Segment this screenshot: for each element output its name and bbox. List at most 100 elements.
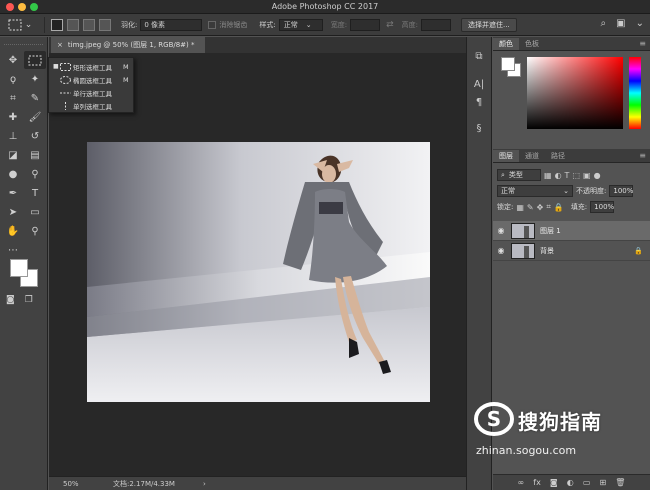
lock-artboard-icon[interactable]: ⌗	[546, 202, 551, 212]
workspace-icon[interactable]: ▣	[616, 18, 625, 29]
close-icon[interactable]: ×	[57, 41, 63, 49]
adjustment-layer-icon[interactable]: ◐	[567, 478, 574, 487]
new-layer-icon[interactable]: ⊞	[599, 478, 606, 487]
style-select[interactable]: 正常 ⌄	[278, 18, 323, 31]
watermark-url: zhinan.sogou.com	[476, 444, 577, 457]
select-and-mask-button[interactable]: 选择并遮住...	[460, 17, 517, 32]
tab-paths[interactable]: 路径	[545, 150, 571, 162]
zoom-tool-icon[interactable]: ⚲	[24, 222, 46, 240]
layer-row[interactable]: ◉ 背景 🔒	[493, 241, 650, 261]
gradient-tool-icon[interactable]: ▤	[24, 146, 46, 164]
eyedropper-icon[interactable]: ✎	[24, 89, 46, 107]
tab-layers[interactable]: 图层	[493, 150, 519, 162]
zoom-level[interactable]: 50%	[63, 480, 103, 488]
filter-type-icon[interactable]: T	[565, 171, 570, 180]
move-tool-icon[interactable]: ✥	[2, 51, 24, 69]
ellipse-marquee-icon	[59, 75, 71, 84]
flyout-item-rectangular-marquee[interactable]: ■ 矩形选框工具 M	[49, 60, 133, 73]
eraser-icon[interactable]: ◪	[2, 146, 24, 164]
intersect-selection-button[interactable]	[99, 18, 111, 31]
color-picker-field[interactable]	[527, 57, 623, 129]
layer-row[interactable]: ◉ 图层 1	[493, 221, 650, 241]
subtract-from-selection-button[interactable]	[83, 18, 95, 31]
tab-swatches[interactable]: 色板	[519, 38, 545, 50]
fill-input[interactable]: 100%	[590, 201, 614, 213]
layer-thumbnail	[511, 222, 535, 239]
lock-all-icon[interactable]: 🔒	[554, 203, 564, 212]
marquee-tool-icon[interactable]	[24, 51, 46, 69]
lock-label: 锁定:	[497, 203, 514, 211]
lock-image-icon[interactable]: ✎	[527, 203, 534, 212]
path-selection-icon[interactable]: ➤	[2, 203, 24, 221]
color-swatches[interactable]	[10, 259, 40, 289]
canvas-area[interactable]	[49, 53, 466, 476]
new-selection-button[interactable]	[51, 18, 63, 31]
swap-dimensions-icon[interactable]: ⇄	[386, 20, 394, 30]
search-icon[interactable]: ⌕	[601, 18, 607, 29]
filter-pixel-icon[interactable]: ▦	[544, 171, 552, 180]
panel-foreground-swatch[interactable]	[501, 57, 515, 71]
paragraph-panel-icon[interactable]: ¶	[467, 93, 491, 111]
tab-channels[interactable]: 通道	[519, 150, 545, 162]
type-tool-icon[interactable]: T	[24, 184, 46, 202]
filter-shape-icon[interactable]: ⬚	[572, 171, 580, 180]
style-label: 样式:	[259, 20, 276, 29]
height-input[interactable]	[420, 18, 451, 31]
link-layers-icon[interactable]: ∞	[518, 478, 525, 487]
new-group-icon[interactable]: ▭	[583, 478, 591, 487]
character-panel-icon[interactable]: A|	[467, 75, 491, 93]
flyout-item-single-column-marquee[interactable]: 单列选框工具	[49, 99, 133, 112]
width-input[interactable]	[350, 18, 381, 31]
screen-mode-icon[interactable]: ❐	[25, 295, 33, 305]
filter-adjustment-icon[interactable]: ◐	[555, 171, 562, 180]
history-brush-icon[interactable]: ↺	[24, 127, 46, 145]
document-image[interactable]	[87, 142, 430, 402]
hue-slider[interactable]	[629, 57, 641, 129]
crop-tool-icon[interactable]: ⌗	[2, 89, 24, 107]
panel-grip[interactable]	[4, 39, 43, 45]
foreground-color-swatch[interactable]	[10, 259, 28, 277]
eye-icon[interactable]: ◉	[496, 246, 506, 255]
status-bar: 50% 文档:2.17M/4.33M ›	[49, 476, 466, 490]
dodge-tool-icon[interactable]: ⚲	[24, 165, 46, 183]
panel-menu-icon[interactable]: ≡	[639, 39, 646, 48]
flyout-item-single-row-marquee[interactable]: 单行选框工具	[49, 86, 133, 99]
document-tab[interactable]: × timg.jpeg @ 50% (图层 1, RGB/8#) *	[51, 37, 205, 53]
blend-mode-select[interactable]: 正常 ⌄	[497, 185, 573, 197]
feather-input[interactable]: 0 像素	[140, 18, 203, 31]
more-tools-icon[interactable]: ⋯	[2, 241, 24, 259]
chevron-down-icon: ⌄	[563, 187, 569, 195]
add-mask-icon[interactable]: ◙	[550, 478, 558, 487]
eye-icon[interactable]: ◉	[496, 226, 506, 235]
rectangle-tool-icon[interactable]: ▭	[24, 203, 46, 221]
brush-tool-icon[interactable]: 🖌	[24, 108, 46, 126]
chevron-down-icon[interactable]: ⌄	[636, 18, 644, 29]
glyphs-panel-icon[interactable]: §	[467, 119, 491, 137]
lock-position-icon[interactable]: ✥	[537, 203, 544, 212]
filter-smart-object-icon[interactable]: ▣	[583, 171, 591, 180]
trash-icon[interactable]: 🗑	[615, 478, 625, 487]
blur-tool-icon[interactable]: ●	[2, 165, 24, 183]
history-panel-icon[interactable]: ⧉	[467, 47, 491, 65]
quick-mask-icon[interactable]: ◙	[6, 295, 15, 305]
chevron-right-icon[interactable]: ›	[203, 480, 206, 488]
magic-wand-icon[interactable]: ✦	[24, 70, 46, 88]
flyout-item-elliptical-marquee[interactable]: 椭圆选框工具 M	[49, 73, 133, 86]
fx-button[interactable]: fx	[533, 478, 541, 487]
add-to-selection-button[interactable]	[67, 18, 79, 31]
filter-kind-select[interactable]: ⌕ 类型	[497, 169, 541, 181]
hand-tool-icon[interactable]: ✋	[2, 222, 24, 240]
healing-brush-icon[interactable]: ✚	[2, 108, 24, 126]
lock-transparent-icon[interactable]: ▦	[516, 203, 524, 212]
tool-preset-picker[interactable]: ⌄	[0, 16, 40, 34]
antialias-checkbox[interactable]: 消除锯齿	[208, 20, 247, 30]
opacity-input[interactable]: 100%	[609, 185, 633, 197]
blend-opacity-row: 正常 ⌄ 不透明度: 100%	[493, 183, 650, 199]
lasso-tool-icon[interactable]: ϙ	[2, 70, 24, 88]
clone-stamp-icon[interactable]: ⊥	[2, 127, 24, 145]
panel-menu-icon[interactable]: ≡	[639, 151, 646, 160]
tab-color[interactable]: 颜色	[493, 38, 519, 50]
filter-toggle-icon[interactable]: ●	[594, 171, 601, 180]
filter-kind-value: 类型	[508, 171, 523, 179]
pen-tool-icon[interactable]: ✒	[2, 184, 24, 202]
